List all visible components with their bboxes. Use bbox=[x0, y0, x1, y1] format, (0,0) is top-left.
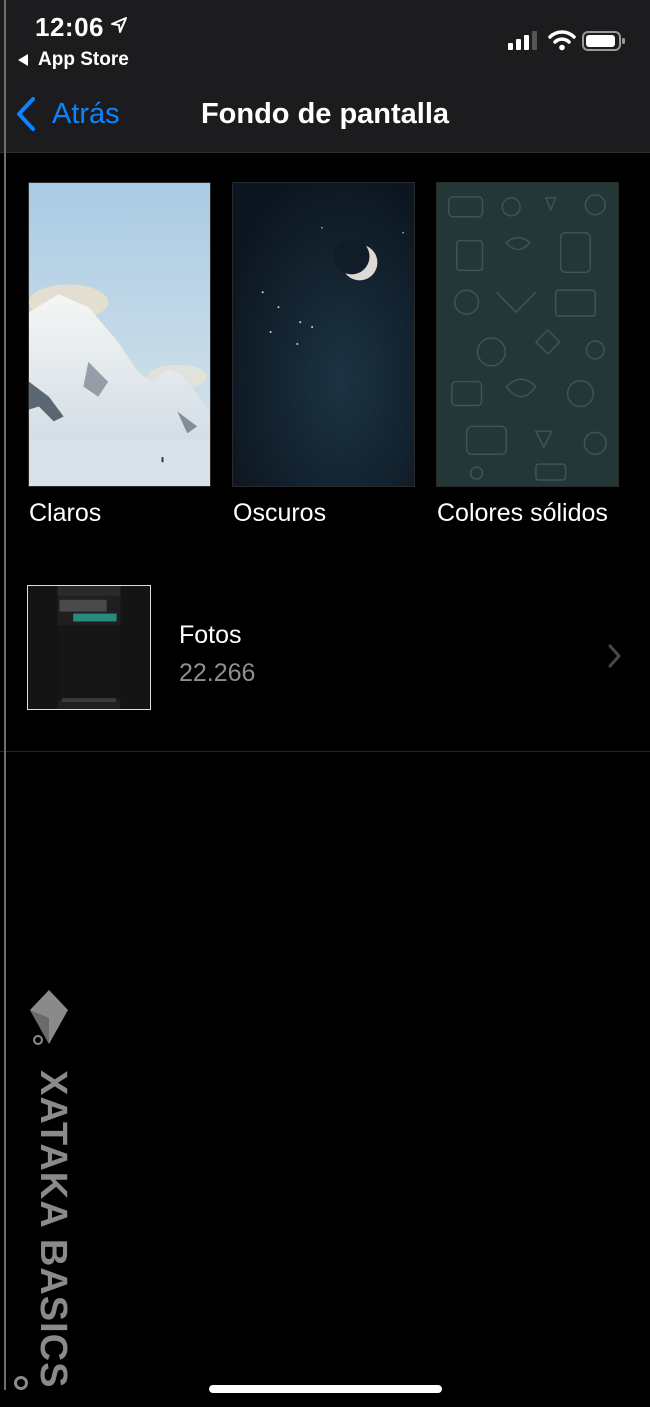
wallpaper-category-solid-colors[interactable] bbox=[436, 182, 619, 487]
moon-wallpaper-thumbnail bbox=[233, 183, 414, 486]
wifi-icon bbox=[548, 30, 576, 51]
cellular-signal-icon bbox=[508, 31, 537, 50]
left-edge-dot bbox=[14, 1376, 28, 1390]
photos-album-row[interactable]: Fotos 22.266 bbox=[0, 575, 650, 751]
list-separator bbox=[0, 751, 650, 752]
left-edge-line bbox=[4, 0, 6, 1390]
wallpaper-category-light[interactable] bbox=[28, 182, 211, 487]
xataka-basics-watermark: XATAKA BASICS bbox=[32, 1070, 74, 1389]
wallpaper-category-label-light: Claros bbox=[29, 499, 102, 527]
wallpaper-category-label-dark: Oscuros bbox=[233, 499, 327, 527]
home-indicator[interactable] bbox=[209, 1385, 442, 1393]
page-title: Fondo de pantalla bbox=[200, 98, 450, 130]
mountain-wallpaper-thumbnail bbox=[29, 183, 210, 486]
photos-album-thumbnail bbox=[27, 585, 151, 710]
battery-icon bbox=[582, 31, 625, 51]
wallpaper-category-label-solid-colors: Colores sólidos bbox=[437, 499, 608, 527]
photos-album-label: Fotos bbox=[179, 621, 242, 649]
doodle-pattern-wallpaper-thumbnail bbox=[437, 183, 618, 486]
back-app-label: App Store bbox=[38, 49, 129, 70]
xataka-logo-icon bbox=[30, 990, 68, 1045]
status-time: 12:06 bbox=[35, 12, 104, 42]
chevron-right-icon bbox=[608, 644, 621, 668]
location-arrow-icon bbox=[111, 17, 127, 33]
back-triangle-icon bbox=[18, 54, 28, 66]
photos-count: 22.266 bbox=[179, 659, 256, 687]
navigation-header: 12:06 App Store Atrás Fondo de pantalla bbox=[0, 0, 650, 153]
screenshot-thumbnail-image bbox=[28, 586, 150, 709]
back-to-app-store[interactable]: App Store bbox=[18, 49, 129, 71]
wallpaper-category-dark[interactable] bbox=[232, 182, 415, 487]
